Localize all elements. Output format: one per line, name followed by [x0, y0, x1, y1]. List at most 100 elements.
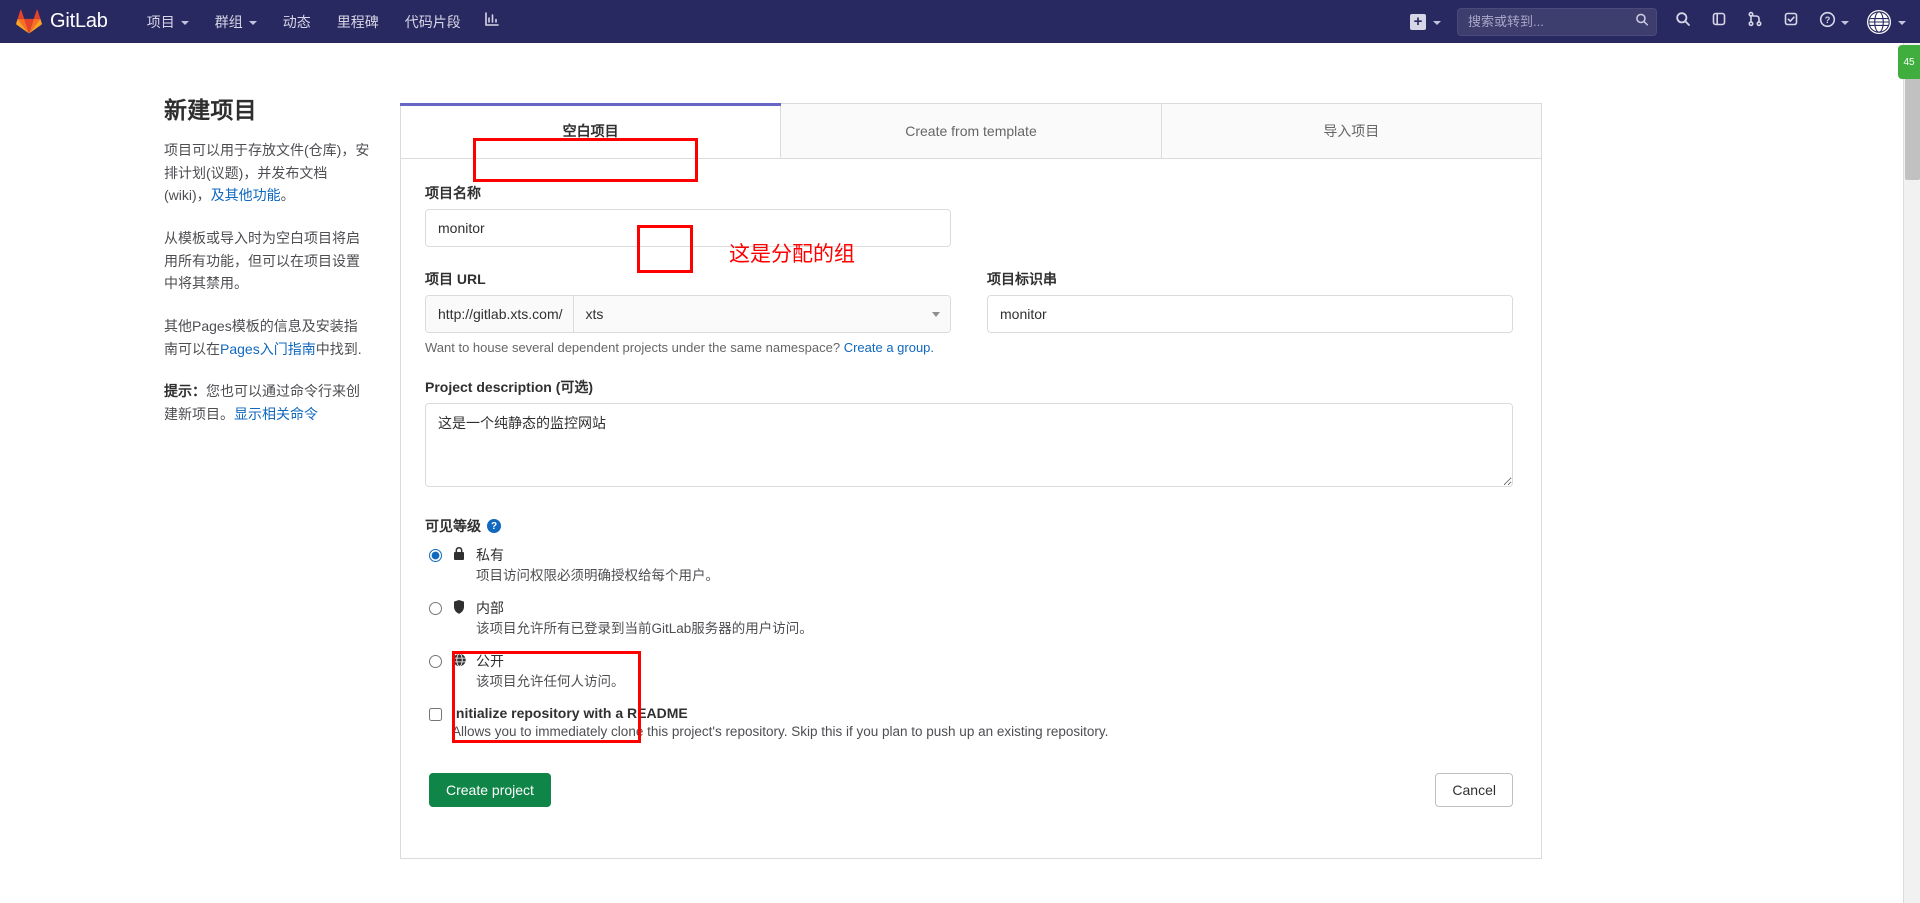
page-title: 新建项目 [164, 97, 257, 123]
issues-button[interactable] [1701, 0, 1737, 43]
avatar [1867, 9, 1891, 34]
new-project-form-column: 空白项目 Create from template 导入项目 项目名称 moni… [399, 43, 1542, 903]
chevron-down-icon [248, 20, 257, 25]
visibility-radio-internal[interactable] [429, 602, 442, 615]
readme-description: Allows you to immediately clone this pro… [452, 724, 1109, 739]
gitlab-home-link[interactable]: GitLab [14, 0, 118, 43]
visibility-internal-desc: 该项目允许所有已登录到当前GitLab服务器的用户访问。 [476, 621, 813, 636]
gitlab-brand-name: GitLab [50, 10, 108, 32]
issues-icon [1711, 11, 1727, 32]
new-project-intro-panel: 新建项目 项目可以用于存放文件(仓库)，安排计划(议题)，并发布文档(wiki)… [0, 43, 400, 903]
show-commands-link[interactable]: 显示相关命令 [234, 406, 318, 422]
project-url-field-group: 项目 URL http://gitlab.xts.com/ xts [425, 269, 969, 333]
page-body: 新建项目 项目可以用于存放文件(仓库)，安排计划(议题)，并发布文档(wiki)… [0, 43, 1920, 903]
intro-p1-text-b: 。 [280, 187, 295, 204]
other-features-link[interactable]: 及其他功能 [211, 187, 281, 203]
gitlab-logo-icon [16, 9, 42, 35]
user-menu-button[interactable] [1859, 0, 1914, 43]
visibility-option-internal[interactable]: 内部 该项目允许所有已登录到当前GitLab服务器的用户访问。 [425, 599, 1513, 638]
command-line-tip: 提示：您也可以通过命令行来创建新项目。显示相关命令 [164, 380, 370, 425]
namespace-help-text: Want to house several dependent projects… [425, 340, 1513, 355]
visibility-radio-public[interactable] [429, 655, 442, 668]
search-icon [1675, 11, 1691, 32]
shield-icon [452, 599, 468, 638]
create-project-button[interactable]: Create project [429, 773, 551, 807]
visibility-radio-private[interactable] [429, 549, 442, 562]
visibility-private-body: 私有 项目访问权限必须明确授权给每个用户。 [476, 546, 1513, 585]
visibility-level-title: 可见等级 ? [425, 516, 1513, 536]
chevron-down-icon [1841, 20, 1849, 25]
namespace-select-value: xts [585, 306, 604, 322]
project-name-row: 项目名称 [425, 183, 1513, 247]
project-slug-field-group: 项目标识串 [969, 269, 1513, 333]
search-input[interactable] [1457, 7, 1657, 36]
help-icon: ? [1819, 11, 1836, 33]
side-floating-tab[interactable]: 45 [1898, 45, 1920, 79]
nav-item-groups[interactable]: 群组 [202, 0, 270, 43]
navbar-left-section: GitLab 项目 群组 动态 里程碑 代码片段 [14, 0, 510, 43]
visibility-private-desc: 项目访问权限必须明确授权给每个用户。 [476, 568, 719, 583]
nav-item-activity[interactable]: 动态 [270, 0, 324, 43]
merge-requests-button[interactable] [1737, 0, 1773, 43]
chevron-down-icon [1433, 20, 1441, 25]
tab-blank-project[interactable]: 空白项目 [399, 103, 782, 158]
todos-button[interactable] [1773, 0, 1809, 43]
readme-label: Initialize repository with a README [452, 705, 688, 721]
create-a-group-link[interactable]: Create a group. [844, 340, 934, 355]
new-item-button[interactable]: + [1402, 0, 1449, 43]
tab-import-project[interactable]: 导入项目 [1161, 104, 1541, 158]
tab-create-from-template[interactable]: Create from template [781, 104, 1162, 158]
project-description-textarea[interactable]: 这是一个纯静态的监控网站 [425, 403, 1513, 487]
analytics-chart-icon [484, 11, 500, 32]
visibility-internal-name: 内部 [476, 600, 504, 616]
tab-import-project-label: 导入项目 [1323, 123, 1380, 139]
nav-item-snippets[interactable]: 代码片段 [392, 0, 474, 43]
svg-text:?: ? [1825, 15, 1831, 25]
nav-item-analytics[interactable] [474, 0, 510, 43]
cancel-button[interactable]: Cancel [1435, 773, 1513, 807]
readme-body: Initialize repository with a README Allo… [452, 705, 1108, 739]
initialize-readme-checkbox[interactable] [429, 708, 442, 721]
visibility-public-desc: 该项目允许任何人访问。 [476, 674, 625, 689]
chevron-down-icon [932, 311, 940, 317]
visibility-option-public[interactable]: 公开 该项目允许任何人访问。 [425, 652, 1513, 691]
help-icon[interactable]: ? [487, 519, 501, 533]
nav-item-projects[interactable]: 项目 [134, 0, 202, 43]
nav-item-snippets-label: 代码片段 [404, 13, 461, 30]
nav-item-activity-label: 动态 [282, 13, 311, 30]
project-url-input-group: http://gitlab.xts.com/ xts [425, 295, 951, 333]
navbar-menu: 项目 群组 动态 里程碑 代码片段 [134, 0, 510, 43]
merge-requests-icon [1747, 11, 1763, 32]
visibility-public-body: 公开 该项目允许任何人访问。 [476, 652, 1513, 691]
project-slug-input[interactable] [987, 295, 1513, 333]
search-container [1457, 7, 1657, 36]
pages-getting-started-link[interactable]: Pages入门指南 [220, 341, 316, 357]
visibility-option-private[interactable]: 私有 项目访问权限必须明确授权给每个用户。 [425, 546, 1513, 585]
todos-icon [1783, 11, 1799, 32]
tab-blank-project-label: 空白项目 [562, 122, 619, 139]
help-button[interactable]: ? [1809, 0, 1859, 43]
form-actions: Create project Cancel [425, 773, 1513, 807]
visibility-level-section: 可见等级 ? 私有 项目访问权限必须明确授权给每个用户。 内部 该项目允许所有已… [425, 516, 1513, 691]
page-scrollbar[interactable] [1903, 43, 1920, 903]
navbar-right-section: + 搜索或转到... ? [1402, 0, 1920, 43]
project-name-input[interactable] [425, 209, 951, 247]
search-button[interactable] [1665, 0, 1701, 43]
project-name-right-spacer [969, 183, 1513, 247]
nav-item-projects-label: 项目 [146, 13, 175, 30]
intro-paragraph-2: 从模板或导入时为空白项目将启用所有功能，但可以在项目设置中将其禁用。 [164, 230, 360, 292]
top-navbar: GitLab 项目 群组 动态 里程碑 代码片段 + 搜索或转到... ? [0, 0, 1920, 43]
project-name-label: 项目名称 [425, 185, 481, 201]
nav-item-groups-label: 群组 [214, 13, 243, 30]
tip-label: 提示： [164, 383, 206, 400]
namespace-help-text-label: Want to house several dependent projects… [425, 340, 841, 355]
nav-item-milestones[interactable]: 里程碑 [324, 0, 392, 43]
visibility-private-name: 私有 [476, 547, 504, 563]
project-name-field-group: 项目名称 [425, 183, 969, 247]
lock-icon [452, 546, 468, 585]
visibility-public-name: 公开 [476, 653, 504, 669]
intro-p3-text-b: 中找到. [315, 340, 362, 357]
namespace-select[interactable]: xts [573, 296, 950, 332]
visibility-level-label: 可见等级 [425, 518, 481, 534]
nav-item-milestones-label: 里程碑 [336, 13, 379, 30]
